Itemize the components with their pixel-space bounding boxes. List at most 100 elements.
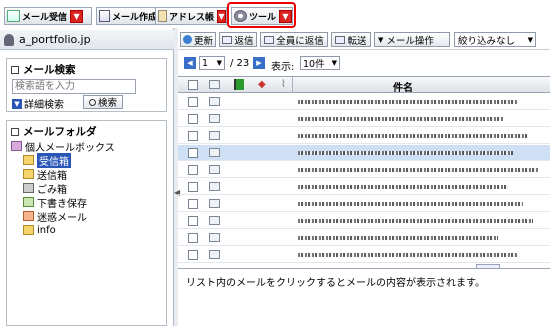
redacted-subject	[298, 185, 508, 189]
refresh-button[interactable]: 更新	[180, 32, 216, 47]
folder-sent-label: 送信箱	[37, 170, 67, 182]
filter-select[interactable]: 絞り込みなし ▼	[454, 32, 536, 47]
table-row[interactable]	[178, 196, 550, 212]
next-page-icon[interactable]: ▶	[253, 57, 265, 69]
user-icon	[4, 33, 14, 46]
search-input[interactable]	[12, 79, 136, 94]
filter-label: 絞り込みなし	[458, 35, 516, 47]
folder-inbox[interactable]: 受信箱	[11, 152, 115, 168]
search-panel: メール検索 ▼ 詳細検索 検索	[6, 58, 167, 112]
folder-drafts[interactable]: 下書き保存	[11, 195, 115, 210]
redacted-subject	[298, 168, 538, 172]
subject-header[interactable]: 件名	[393, 79, 413, 94]
table-row[interactable]	[178, 145, 550, 161]
search-title-text: メール検索	[23, 64, 76, 76]
row-checkbox[interactable]	[188, 131, 198, 141]
row-checkbox[interactable]	[188, 165, 198, 175]
envelope-icon	[209, 114, 220, 123]
redacted-subject	[298, 100, 518, 104]
read-status-icon	[209, 80, 220, 89]
mail-compose-icon	[99, 10, 110, 22]
redacted-subject	[298, 117, 503, 121]
priority-icon: ◆	[258, 79, 266, 90]
tab-mail-compose[interactable]: メール作成	[96, 7, 158, 25]
flag-icon	[234, 79, 244, 90]
mail-ops-select[interactable]: ▼ メール操作	[374, 32, 450, 47]
mail-receive-icon	[7, 10, 20, 22]
envelope-icon	[209, 182, 220, 191]
tab-mail-compose-label: メール作成	[111, 12, 157, 23]
page-select[interactable]: 1 ▼	[199, 56, 225, 70]
advanced-search-label: 詳細検索	[24, 100, 64, 111]
row-checkbox[interactable]	[188, 114, 198, 124]
redacted-subject	[298, 236, 498, 240]
forward-label: 転送	[347, 35, 367, 47]
table-row[interactable]	[178, 162, 550, 178]
row-checkbox[interactable]	[188, 233, 198, 243]
row-checkbox[interactable]	[188, 216, 198, 226]
tab-address-book[interactable]: アドレス帳 ▼	[155, 7, 227, 25]
chevron-down-icon: ▼	[216, 59, 222, 67]
envelope-icon	[209, 250, 220, 259]
mail-list: ◆ ⌇ 件名	[178, 76, 550, 266]
envelope-icon	[209, 97, 220, 106]
row-checkbox[interactable]	[188, 199, 198, 209]
row-checkbox[interactable]	[188, 97, 198, 107]
table-row[interactable]	[178, 94, 550, 110]
row-checkbox[interactable]	[188, 250, 198, 260]
refresh-label: 更新	[193, 35, 213, 47]
row-checkbox[interactable]	[188, 182, 198, 192]
folder-tree: 個人メールボックス 受信箱 送信箱 ごみ箱 下書き保存 迷惑メール info	[11, 139, 115, 237]
per-page-value: 10件	[303, 59, 325, 70]
redacted-subject	[298, 219, 533, 223]
mail-ops-label: メール操作	[386, 35, 434, 47]
folder-drafts-label: 下書き保存	[37, 198, 87, 210]
forward-button[interactable]: 転送	[331, 32, 371, 47]
mail-list-header: ◆ ⌇ 件名	[178, 77, 550, 94]
folder-inbox-label: 受信箱	[37, 152, 71, 168]
redacted-subject	[298, 134, 528, 138]
select-all-checkbox[interactable]	[188, 80, 198, 90]
table-row[interactable]	[178, 128, 550, 144]
reply-all-button[interactable]: 全員に返信	[260, 32, 328, 47]
search-button-label: 検索	[97, 98, 117, 109]
search-button[interactable]: 検索	[83, 95, 123, 109]
folder-title-text: メールフォルダ	[23, 126, 97, 138]
row-checkbox[interactable]	[188, 148, 198, 158]
mailbox-icon	[11, 141, 22, 151]
table-row[interactable]	[178, 179, 550, 195]
folder-spam[interactable]: 迷惑メール	[11, 209, 115, 224]
envelope-icon	[209, 165, 220, 174]
table-row[interactable]	[178, 230, 550, 246]
folder-icon	[23, 225, 34, 235]
table-row[interactable]	[178, 247, 550, 263]
square-icon	[11, 65, 19, 74]
chevron-down-icon: ▼	[527, 35, 533, 44]
tab-mail-receive[interactable]: メール受信 ▼	[4, 7, 92, 25]
inbox-icon	[23, 155, 34, 165]
action-toolbar: 更新 返信 全員に返信 転送 ▼ メール操作 絞り込みなし ▼	[178, 30, 550, 50]
envelope-icon	[209, 233, 220, 242]
tab-mail-receive-label: メール受信	[22, 12, 68, 23]
chevron-down-icon: ▼	[12, 98, 22, 109]
advanced-search[interactable]: ▼ 詳細検索	[12, 96, 64, 111]
chevron-down-icon[interactable]: ▼	[70, 9, 84, 23]
preview-message: リスト内のメールをクリックするとメールの内容が表示されます。	[186, 278, 485, 289]
chevron-down-icon[interactable]: ▼	[217, 9, 226, 23]
chevron-down-icon: ▼	[378, 35, 384, 44]
spam-icon	[23, 211, 34, 221]
address-book-icon	[158, 10, 167, 22]
table-row[interactable]	[178, 111, 550, 127]
folder-sent[interactable]: 送信箱	[11, 167, 115, 182]
tab-address-book-label: アドレス帳	[168, 12, 214, 23]
folder-root[interactable]: 個人メールボックス	[11, 139, 115, 154]
prev-page-icon[interactable]: ◀	[184, 57, 196, 69]
table-row[interactable]	[178, 213, 550, 229]
reply-button[interactable]: 返信	[219, 32, 257, 47]
account-bar: a_portfolio.jp	[0, 30, 174, 50]
folder-trash[interactable]: ごみ箱	[11, 181, 115, 196]
folder-info[interactable]: info	[11, 223, 115, 237]
per-page-select[interactable]: 10件 ▼	[300, 56, 340, 70]
reply-all-label: 全員に返信	[276, 35, 324, 47]
reply-icon	[222, 35, 233, 44]
